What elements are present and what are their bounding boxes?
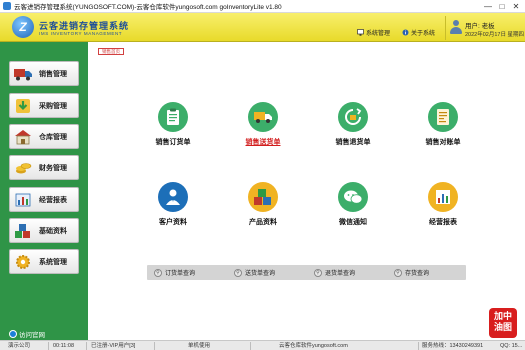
system-management-label: 系统管理 bbox=[366, 31, 391, 37]
coins-icon bbox=[12, 158, 34, 178]
tile-label: 销售送货单 bbox=[245, 139, 281, 146]
status-qq: QQ: 15... bbox=[500, 343, 523, 349]
sidebar-item-label: 系统管理 bbox=[39, 258, 67, 266]
sidebar-item-label: 财务管理 bbox=[39, 164, 67, 172]
tile-label: 销售对账单 bbox=[425, 139, 461, 146]
wechat-icon bbox=[338, 182, 368, 212]
status-hotline: 服务热线：13430249391 bbox=[422, 343, 484, 349]
app-icon bbox=[3, 2, 11, 10]
report-icon bbox=[12, 190, 34, 210]
logo-icon: Z bbox=[12, 16, 34, 38]
return-query-label: 退货单查询 bbox=[325, 271, 356, 277]
return-query-link[interactable]: ⚲ 退货单查询 bbox=[314, 267, 355, 278]
order-query-link[interactable]: ⚲ 订货单查询 bbox=[154, 267, 195, 278]
status-time: 00:11:08 bbox=[53, 343, 75, 349]
order-query-label: 订货单查询 bbox=[165, 271, 196, 277]
sidebar-item-label: 经营报表 bbox=[39, 196, 67, 204]
sidebar-item-finance[interactable]: 财务管理 bbox=[9, 155, 79, 180]
warehouse-icon bbox=[12, 127, 34, 147]
stock-query-label: 存货查询 bbox=[405, 271, 430, 277]
gear-icon bbox=[12, 252, 34, 272]
stock-query-link[interactable]: ⚲ 存货查询 bbox=[394, 267, 429, 278]
statement-icon bbox=[428, 102, 458, 132]
logo-subtitle: IMS INVENTORY MANAGEMENT bbox=[39, 31, 123, 36]
sidebar-item-sales[interactable]: 销售管理 bbox=[9, 61, 79, 86]
app-header: Z 云客进销存管理系统 IMS INVENTORY MANAGEMENT 系统管… bbox=[0, 13, 525, 42]
about-system-label: 关于系统 bbox=[411, 31, 436, 37]
sidebar-item-reports[interactable]: 经营报表 bbox=[9, 187, 79, 212]
user-label: 用户: 老板 bbox=[465, 23, 495, 30]
tile-label: 微信通知 bbox=[339, 219, 367, 226]
sidebar-item-warehouse[interactable]: 仓库管理 bbox=[9, 124, 79, 149]
window-controls: — □ ✕ bbox=[481, 0, 523, 13]
close-button[interactable]: ✕ bbox=[509, 0, 523, 13]
tile-sales-order[interactable]: 销售订货单 bbox=[138, 102, 208, 162]
tile-wechat-notify[interactable]: 微信通知 bbox=[318, 182, 388, 242]
delivery-query-label: 送货单查询 bbox=[245, 271, 276, 277]
about-system-link[interactable]: 关于系统 bbox=[402, 28, 435, 37]
search-icon: ⚲ bbox=[154, 268, 162, 277]
maximize-button[interactable]: □ bbox=[495, 0, 509, 13]
badge-line2: 油图 bbox=[493, 322, 512, 332]
return-box-icon bbox=[338, 102, 368, 132]
delivery-truck-icon bbox=[248, 102, 278, 132]
badge-line1: 加中 bbox=[493, 311, 512, 321]
quick-query-bar: ⚲ 订货单查询 ⚲ 送货单查询 ⚲ 退货单查询 ⚲ 存货查询 bbox=[147, 265, 466, 280]
status-company: 演示公司 bbox=[8, 343, 31, 349]
tile-product-data[interactable]: 产品资料 bbox=[228, 182, 298, 242]
window-titlebar: 云客进销存管理系统(YUNGOSOFT.COM)-云客仓库软件yungosoft… bbox=[0, 0, 525, 13]
search-icon: ⚲ bbox=[394, 268, 402, 277]
sidebar-item-purchase[interactable]: 采购管理 bbox=[9, 93, 79, 118]
tile-business-report[interactable]: 经营报表 bbox=[408, 182, 478, 242]
promo-badge[interactable]: 加中 油图 bbox=[489, 308, 517, 338]
tile-sales-statement[interactable]: 销售对账单 bbox=[408, 102, 478, 162]
sidebar: 销售管理 采购管理 仓库管理 财务管理 经营报表 基础资料 系统管理 访问官网 bbox=[0, 42, 88, 340]
clipboard-icon bbox=[158, 102, 188, 132]
sidebar-item-basic-data[interactable]: 基础资料 bbox=[9, 218, 79, 243]
delivery-query-link[interactable]: ⚲ 送货单查询 bbox=[234, 267, 275, 278]
visit-website-label: 访问官网 bbox=[19, 332, 45, 339]
product-boxes-icon bbox=[248, 182, 278, 212]
chart-report-icon bbox=[428, 182, 458, 212]
tile-label: 客户资料 bbox=[159, 219, 187, 226]
minimize-button[interactable]: — bbox=[481, 0, 495, 13]
system-management-link[interactable]: 系统管理 bbox=[357, 28, 390, 37]
tile-label: 销售退货单 bbox=[335, 139, 371, 146]
download-arrow-icon bbox=[12, 96, 34, 116]
status-bar: 演示公司 00:11:08 已注册-VIP用户[3] 单机使用 云客仓库软件yu… bbox=[0, 340, 525, 350]
tile-sales-delivery[interactable]: 销售送货单 bbox=[228, 102, 298, 162]
current-date: 2022年02月17日 星期四 bbox=[465, 32, 524, 38]
sidebar-item-label: 基础资料 bbox=[39, 227, 67, 235]
search-icon: ⚲ bbox=[234, 268, 242, 277]
monitor-icon bbox=[357, 29, 364, 36]
status-product: 云客仓库软件yungosoft.com bbox=[279, 343, 348, 349]
user-icon bbox=[450, 20, 462, 34]
tile-label: 产品资料 bbox=[249, 219, 277, 226]
user-info: 用户: 老板 2022年02月17日 星期四 bbox=[445, 16, 525, 40]
globe-icon bbox=[9, 330, 17, 338]
sidebar-item-label: 销售管理 bbox=[39, 70, 67, 78]
window-title: 云客进销存管理系统(YUNGOSOFT.COM)-云客仓库软件yungosoft… bbox=[14, 4, 282, 11]
tile-sales-return[interactable]: 销售退货单 bbox=[318, 102, 388, 162]
visit-website-link[interactable]: 访问官网 bbox=[9, 329, 45, 339]
search-icon: ⚲ bbox=[314, 268, 322, 277]
tile-customer-data[interactable]: 客户资料 bbox=[138, 182, 208, 242]
tile-label: 销售订货单 bbox=[155, 139, 191, 146]
tab-sales-home[interactable]: 销售首页 bbox=[98, 48, 124, 55]
status-mode: 单机使用 bbox=[188, 343, 211, 349]
sidebar-item-label: 采购管理 bbox=[39, 102, 67, 110]
customer-icon bbox=[158, 182, 188, 212]
main-panel: 销售首页 销售订货单 销售送货单 销售退货单 销售对账单 客户资料 产品资料 微… bbox=[88, 42, 525, 340]
status-registration: 已注册-VIP用户[3] bbox=[91, 343, 136, 349]
info-icon bbox=[402, 29, 409, 36]
sidebar-item-label: 仓库管理 bbox=[39, 133, 67, 141]
sidebar-item-system[interactable]: 系统管理 bbox=[9, 249, 79, 274]
tile-label: 经营报表 bbox=[429, 219, 457, 226]
truck-icon bbox=[12, 64, 34, 84]
cubes-icon bbox=[12, 221, 34, 241]
